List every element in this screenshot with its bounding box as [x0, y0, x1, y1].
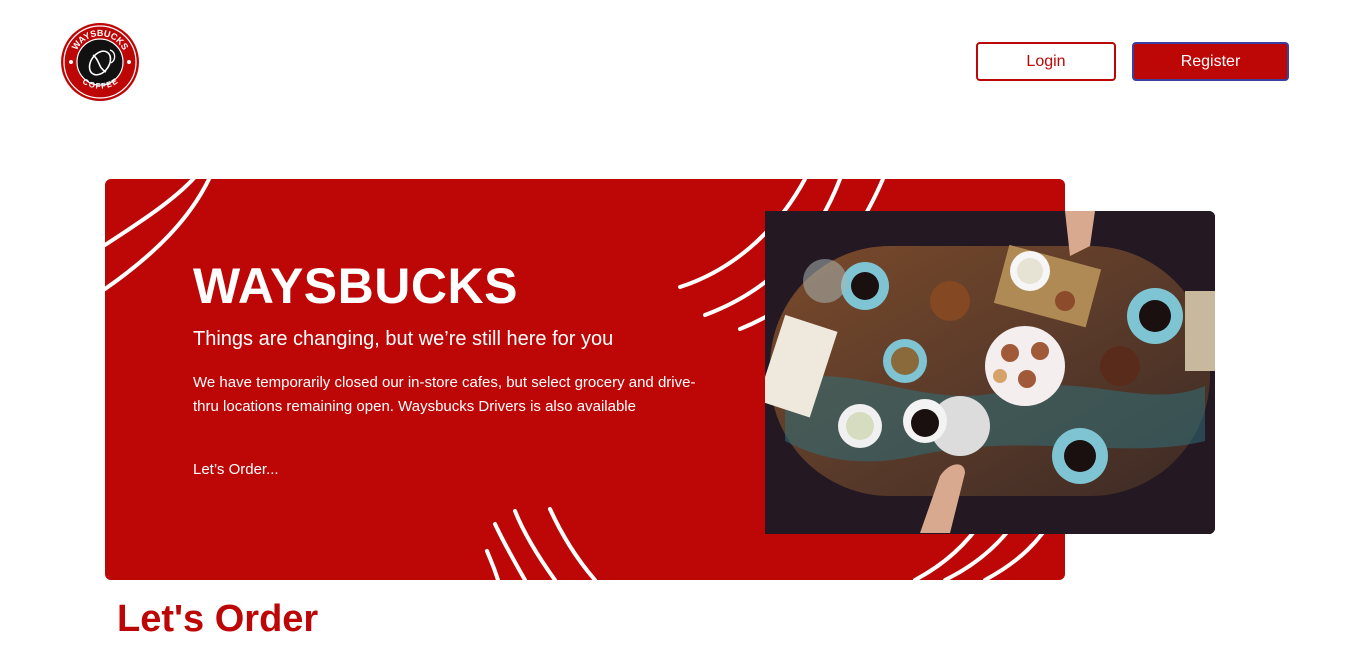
lets-order-link[interactable]: Let’s Order...	[193, 461, 279, 478]
waysbucks-logo[interactable]: WAYSBUCKS COFFEE	[60, 22, 140, 102]
register-button[interactable]: Register	[1132, 42, 1289, 81]
hero-subtitle: Things are changing, but we’re still her…	[193, 328, 614, 350]
lets-order-heading: Let's Order	[117, 598, 319, 640]
logo-emblem: WAYSBUCKS COFFEE	[61, 23, 139, 101]
hero-description: We have temporarily closed our in-store …	[193, 374, 696, 415]
coffee-table-photo	[765, 211, 1215, 534]
coffee-table-image	[765, 211, 1215, 534]
hero-title: WAYSBUCKS	[193, 258, 518, 314]
login-button[interactable]: Login	[976, 42, 1116, 81]
